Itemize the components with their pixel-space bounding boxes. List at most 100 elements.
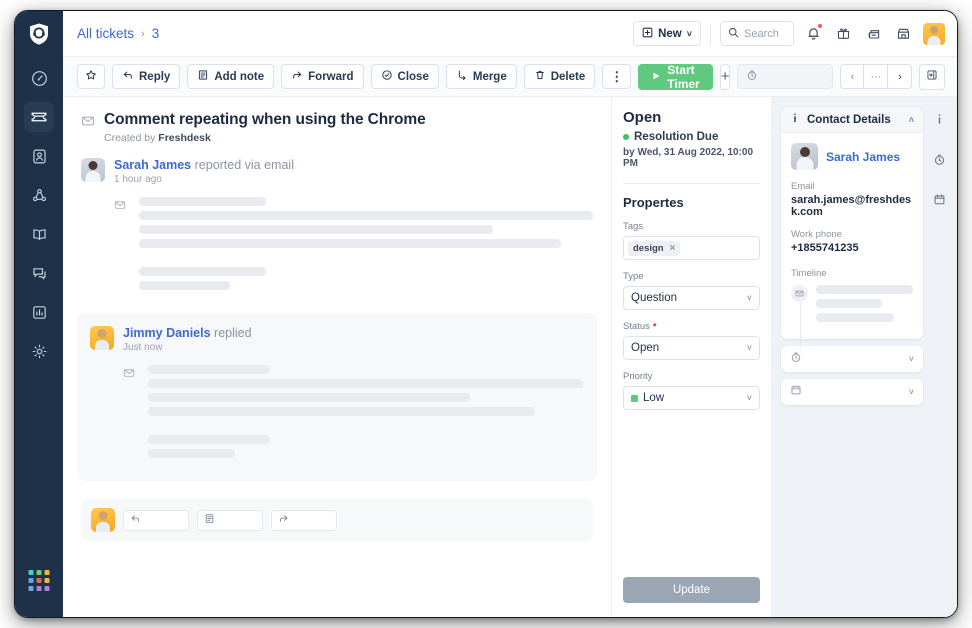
- sidebar-item-dashboard[interactable]: [24, 63, 54, 93]
- skeleton-bar: [148, 365, 270, 374]
- close-check-icon: [381, 69, 393, 84]
- skeleton-bar: [139, 281, 230, 290]
- message-author[interactable]: Sarah James: [114, 158, 191, 172]
- properties-panel: Open Resolution Due by Wed, 31 Aug 2022,…: [611, 97, 771, 617]
- header-divider: [710, 24, 711, 44]
- search-icon: [728, 27, 739, 41]
- skeleton-bar: [148, 393, 470, 402]
- forward-quick-button[interactable]: [271, 510, 337, 531]
- priority-label: Priority: [623, 371, 760, 382]
- sidebar-item-social[interactable]: [24, 180, 54, 210]
- user-avatar[interactable]: [923, 23, 945, 45]
- contact-details-header[interactable]: Contact Details ˄: [781, 107, 923, 133]
- add-timer-button[interactable]: +: [720, 64, 731, 90]
- close-button[interactable]: Close: [371, 64, 439, 89]
- nav-next-button[interactable]: ›: [888, 64, 912, 89]
- sidebar-item-analytics[interactable]: [24, 297, 54, 327]
- avatar: [791, 143, 818, 170]
- delete-button[interactable]: Delete: [524, 64, 596, 89]
- bar-chart-icon: [31, 304, 48, 321]
- note-icon: [204, 511, 215, 529]
- reply-quick-button[interactable]: [123, 510, 189, 531]
- chevron-down-icon: ˅: [747, 393, 752, 403]
- add-note-button[interactable]: Add note: [187, 64, 274, 89]
- forward-icon: [278, 511, 289, 529]
- marketplace-button[interactable]: [893, 23, 914, 44]
- timer-panel[interactable]: ˅: [781, 346, 923, 372]
- tags-input[interactable]: design ×: [623, 236, 760, 260]
- chevron-down-icon: ˅: [747, 343, 752, 353]
- contact-details-title: Contact Details: [807, 114, 891, 126]
- app-grid-dot: [29, 570, 34, 575]
- sidebar-item-tickets[interactable]: [24, 102, 54, 132]
- merge-icon: [456, 69, 468, 84]
- conversation-column: Comment repeating when using the Chrome …: [63, 97, 611, 617]
- calendar-icon[interactable]: [933, 193, 946, 211]
- notifications-button[interactable]: [803, 23, 824, 44]
- avatar: [91, 508, 115, 532]
- trash-icon: [534, 69, 546, 84]
- ticket-header: Comment repeating when using the Chrome …: [77, 111, 597, 144]
- sidebar-item-contacts[interactable]: [24, 141, 54, 171]
- sidebar-item-admin[interactable]: [24, 336, 54, 366]
- message-author[interactable]: Jimmy Daniels: [123, 326, 211, 340]
- close-icon[interactable]: ×: [670, 243, 676, 254]
- chevron-down-icon[interactable]: ˅: [909, 354, 914, 364]
- top-header: All tickets › 3 New ˅ Search: [63, 11, 957, 57]
- tag-chip[interactable]: design ×: [628, 241, 680, 256]
- message-timestamp: Just now: [123, 342, 583, 353]
- merge-button[interactable]: Merge: [446, 64, 517, 89]
- contact-identity: Sarah James: [791, 143, 913, 170]
- nav-more-button[interactable]: ···: [864, 64, 888, 89]
- update-button[interactable]: Update: [623, 577, 760, 603]
- status-select[interactable]: Open ˅: [623, 336, 760, 360]
- start-timer-button[interactable]: Start Timer: [638, 64, 712, 90]
- note-quick-button[interactable]: [197, 510, 263, 531]
- properties-title: Propertes: [623, 195, 760, 210]
- breadcrumb-separator: ›: [141, 28, 145, 40]
- skeleton-bar: [816, 313, 894, 322]
- skeleton-bar: [148, 435, 270, 444]
- freshdesk-logo[interactable]: [24, 19, 54, 49]
- nav-prev-button[interactable]: ‹: [840, 64, 864, 89]
- kebab-menu-icon: ⋮: [610, 70, 623, 83]
- chevron-up-icon[interactable]: ˄: [909, 115, 914, 125]
- chevron-down-icon[interactable]: ˅: [909, 387, 914, 397]
- search-input[interactable]: Search: [720, 21, 794, 46]
- calendar-panel[interactable]: ˅: [781, 379, 923, 405]
- new-button[interactable]: New ˅: [633, 21, 701, 46]
- breadcrumb-all-tickets[interactable]: All tickets: [77, 26, 134, 41]
- reply-button[interactable]: Reply: [112, 64, 180, 89]
- resolution-due-badge: Resolution Due: [623, 131, 760, 143]
- priority-select[interactable]: Low ˅: [623, 386, 760, 410]
- gift-button[interactable]: [833, 23, 854, 44]
- collapse-panel-button[interactable]: [919, 64, 945, 90]
- type-select[interactable]: Question ˅: [623, 286, 760, 310]
- gear-icon: [31, 343, 48, 360]
- app-grid-dot: [37, 578, 42, 583]
- timer-icon[interactable]: [933, 153, 946, 171]
- timer-icon: [790, 350, 802, 368]
- star-icon: [85, 69, 97, 84]
- more-actions-button[interactable]: ⋮: [602, 64, 631, 89]
- message-body: [114, 197, 593, 295]
- delete-label: Delete: [551, 71, 586, 83]
- app-switcher-button[interactable]: [29, 570, 50, 591]
- body-split: Comment repeating when using the Chrome …: [63, 97, 957, 617]
- reply-label: Reply: [139, 71, 170, 83]
- announcements-button[interactable]: [863, 23, 884, 44]
- star-button[interactable]: [77, 64, 105, 89]
- time-tracking-field[interactable]: [737, 64, 833, 89]
- book-icon: [31, 226, 48, 243]
- info-icon: [790, 112, 800, 127]
- skeleton-bar: [148, 407, 535, 416]
- info-icon[interactable]: [934, 113, 945, 131]
- forward-button[interactable]: Forward: [281, 64, 363, 89]
- sidebar-item-chat[interactable]: [24, 258, 54, 288]
- contact-name[interactable]: Sarah James: [826, 150, 900, 164]
- app-grid-dot: [29, 586, 34, 591]
- sidebar-item-solutions[interactable]: [24, 219, 54, 249]
- envelope-icon: [114, 198, 127, 295]
- timeline-entry: [791, 285, 913, 327]
- envelope-icon: [81, 114, 95, 133]
